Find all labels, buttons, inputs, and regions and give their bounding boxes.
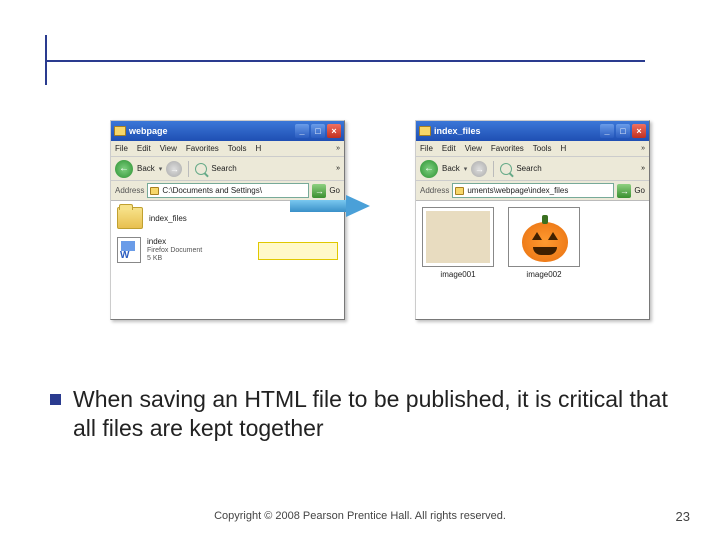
chevron-icon[interactable]: »	[641, 145, 645, 152]
window-buttons: _ □ ×	[600, 124, 646, 138]
thumbnail-item-image002[interactable]: image002	[508, 207, 580, 313]
menu-file[interactable]: File	[115, 144, 128, 153]
file-type: Firefox Document	[147, 247, 202, 255]
thumbnail	[422, 207, 494, 267]
menubar: File Edit View Favorites Tools H »	[111, 141, 344, 157]
thumbnail-preview	[512, 211, 576, 263]
menu-help[interactable]: H	[560, 144, 566, 153]
menu-favorites[interactable]: Favorites	[186, 144, 219, 153]
search-label: Search	[211, 164, 236, 173]
folder-label: index_files	[149, 214, 187, 223]
address-value: uments\webpage\index_files	[467, 186, 568, 195]
explorer-window-index-files: index_files _ □ × File Edit View Favorit…	[415, 120, 650, 320]
minimize-button[interactable]: _	[600, 124, 614, 138]
menu-view[interactable]: View	[160, 144, 177, 153]
maximize-button[interactable]: □	[311, 124, 325, 138]
search-icon[interactable]	[500, 163, 512, 175]
search-label: Search	[516, 164, 541, 173]
forward-button[interactable]: →	[166, 161, 182, 177]
separator	[188, 161, 189, 177]
folder-icon	[455, 187, 464, 195]
back-label: Back	[137, 164, 155, 173]
back-label: Back	[442, 164, 460, 173]
chevron-down-icon[interactable]: ▾	[464, 165, 468, 173]
close-button[interactable]: ×	[327, 124, 341, 138]
toolbar: ← Back ▾ → Search »	[416, 157, 649, 181]
menu-tools[interactable]: Tools	[228, 144, 247, 153]
chevron-icon[interactable]: »	[641, 165, 645, 172]
menu-help[interactable]: H	[255, 144, 261, 153]
thumbnail-label: image002	[526, 270, 561, 279]
address-field[interactable]: uments\webpage\index_files	[452, 183, 614, 198]
address-label: Address	[115, 186, 144, 195]
address-field[interactable]: C:\Documents and Settings\	[147, 183, 309, 198]
separator	[493, 161, 494, 177]
close-button[interactable]: ×	[632, 124, 646, 138]
folder-icon	[114, 126, 126, 136]
window-title: webpage	[129, 126, 292, 136]
titlebar: webpage _ □ ×	[111, 121, 344, 141]
file-size: 5 KB	[147, 255, 202, 263]
file-name: index	[147, 237, 202, 247]
go-label: Go	[634, 186, 645, 195]
bullet-icon	[50, 394, 61, 405]
menu-file[interactable]: File	[420, 144, 433, 153]
copyright: Copyright © 2008 Pearson Prentice Hall. …	[0, 510, 720, 522]
body-text: When saving an HTML file to be published…	[73, 385, 670, 443]
forward-button[interactable]: →	[471, 161, 487, 177]
chevron-icon[interactable]: »	[336, 145, 340, 152]
search-icon[interactable]	[195, 163, 207, 175]
back-button[interactable]: ←	[420, 160, 438, 178]
body-bullet: When saving an HTML file to be published…	[50, 385, 670, 443]
titlebar: index_files _ □ ×	[416, 121, 649, 141]
thumbnail-item-image001[interactable]: image001	[422, 207, 494, 313]
highlight-box	[258, 242, 338, 260]
arrow-icon	[290, 195, 370, 217]
content-pane: image001 image002	[416, 201, 649, 319]
go-label: Go	[329, 186, 340, 195]
toolbar: ← Back ▾ → Search »	[111, 157, 344, 181]
minimize-button[interactable]: _	[295, 124, 309, 138]
document-icon	[117, 237, 141, 263]
page-number: 23	[676, 509, 690, 524]
chevron-down-icon[interactable]: ▾	[159, 165, 163, 173]
address-label: Address	[420, 186, 449, 195]
window-buttons: _ □ ×	[295, 124, 341, 138]
folder-icon	[117, 207, 143, 229]
maximize-button[interactable]: □	[616, 124, 630, 138]
content-pane: index_files index Firefox Document 5 KB	[111, 201, 344, 319]
decor-top-line	[45, 60, 645, 62]
menu-edit[interactable]: Edit	[137, 144, 151, 153]
pumpkin-icon	[522, 222, 568, 262]
thumbnail-preview	[426, 211, 490, 263]
menu-view[interactable]: View	[465, 144, 482, 153]
thumbnail	[508, 207, 580, 267]
window-title: index_files	[434, 126, 597, 136]
folder-icon	[419, 126, 431, 136]
chevron-icon[interactable]: »	[336, 165, 340, 172]
file-details: index Firefox Document 5 KB	[147, 237, 202, 263]
go-button[interactable]: →	[617, 184, 631, 198]
folder-icon	[150, 187, 159, 195]
menu-edit[interactable]: Edit	[442, 144, 456, 153]
menu-tools[interactable]: Tools	[533, 144, 552, 153]
menu-favorites[interactable]: Favorites	[491, 144, 524, 153]
address-value: C:\Documents and Settings\	[162, 186, 262, 195]
explorer-window-webpage: webpage _ □ × File Edit View Favorites T…	[110, 120, 345, 320]
menubar: File Edit View Favorites Tools H »	[416, 141, 649, 157]
back-button[interactable]: ←	[115, 160, 133, 178]
address-bar: Address uments\webpage\index_files → Go	[416, 181, 649, 201]
thumbnail-label: image001	[440, 270, 475, 279]
